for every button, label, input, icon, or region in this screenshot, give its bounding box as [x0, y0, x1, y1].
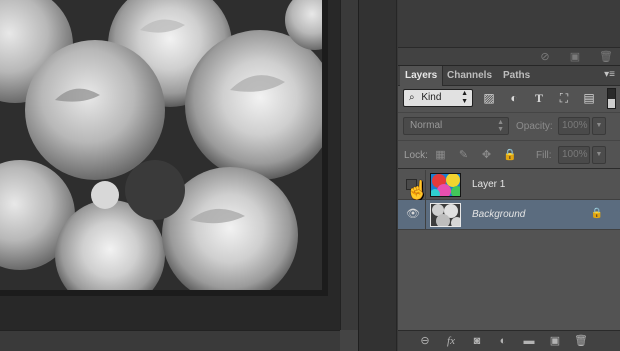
dock-icon-strip [359, 0, 397, 351]
lock-transparency-icon[interactable]: ▦ [434, 149, 447, 162]
canvas-area[interactable] [0, 0, 358, 351]
kind-filter-label: Kind [421, 92, 442, 103]
lock-icon: 🔒 [590, 208, 603, 219]
fill-field[interactable]: 100% [558, 146, 590, 164]
filter-row: ⌕ Kind ▲ ▼ ▨ ◐ T ⛶ ▤ [398, 86, 620, 113]
delete-icon[interactable]: 🗑 [574, 335, 588, 348]
vertical-scrollbar[interactable] [340, 0, 358, 351]
roses-image [0, 0, 322, 290]
lock-all-icon[interactable]: 🔒 [503, 149, 517, 162]
tab-channels[interactable]: Channels [442, 66, 497, 86]
lock-position-icon[interactable]: ✥ [480, 149, 493, 162]
adjustment-icon[interactable]: ◐ [496, 335, 510, 348]
canvas-shadow-bottom [0, 290, 328, 296]
horizontal-scrollbar[interactable] [0, 330, 340, 351]
scroll-corner [340, 330, 358, 351]
blend-mode-select[interactable]: Normal ▲ ▼ [403, 117, 509, 135]
stepper-arrows-icon: ▲ ▼ [497, 119, 504, 133]
panel-menu-icon[interactable]: ▾≡ [604, 69, 615, 81]
layers-panel: Layers Channels Paths ▾≡ ⌕ Kind ▲ ▼ ▨ ◐ T… [398, 66, 620, 351]
canvas-image[interactable] [0, 0, 322, 290]
folder-icon[interactable]: ▬ [522, 335, 536, 348]
upper-panel [398, 0, 620, 47]
new-icon[interactable]: ▣ [569, 51, 581, 63]
tab-layers[interactable]: Layers [400, 66, 444, 86]
kind-filter-select[interactable]: ⌕ Kind ▲ ▼ [403, 89, 473, 107]
opacity-dropdown-button[interactable]: ▼ [592, 117, 606, 135]
canvas-shadow-right [322, 0, 328, 296]
link-icon[interactable]: ⊖ [418, 335, 432, 348]
visibility-toggle[interactable]: 👁 [398, 200, 426, 230]
mask-icon[interactable]: ◙ [470, 335, 484, 348]
type-filter-icon[interactable]: T [532, 91, 546, 105]
blend-mode-value: Normal [410, 120, 443, 131]
trash-icon[interactable]: 🗑 [599, 51, 613, 63]
layer-name[interactable]: Layer 1 [472, 179, 505, 191]
layer-name[interactable]: Background [472, 209, 525, 221]
fill-label: Fill: [536, 150, 552, 161]
blend-row: Normal ▲ ▼ Opacity: 100% ▼ [398, 114, 620, 141]
filter-toggle-switch[interactable] [607, 88, 616, 109]
image-filter-icon[interactable]: ▨ [482, 91, 496, 105]
search-icon: ⌕ [409, 92, 415, 103]
upper-panel-footer: ⊘ ▣ 🗑 [398, 47, 620, 66]
lock-image-icon[interactable]: ✎ [457, 149, 470, 162]
layer-thumbnail [430, 173, 461, 197]
tab-paths[interactable]: Paths [498, 66, 535, 86]
layer-row-layer-1[interactable]: ☝ Layer 1 [398, 170, 620, 200]
opacity-label: Opacity: [516, 121, 553, 132]
fill-dropdown-button[interactable]: ▼ [592, 146, 606, 164]
panel-tabs: Layers Channels Paths ▾≡ [398, 66, 620, 86]
eye-icon[interactable]: 👁 [406, 208, 420, 221]
stepper-arrows-icon: ▲ ▼ [461, 90, 468, 105]
lock-row: Lock: ▦ ✎ ✥ 🔒 Fill: 100% ▼ [398, 142, 620, 169]
panel-dock: ⊘ ▣ 🗑 Layers Channels Paths ▾≡ ⌕ Kind ▲ ▼… [358, 0, 620, 351]
lock-label: Lock: [404, 150, 428, 161]
hand-cursor-icon: ☝ [406, 180, 429, 200]
smart-object-filter-icon[interactable]: ▤ [582, 91, 596, 105]
visibility-toggle[interactable]: ☝ [398, 170, 429, 200]
layer-row-background[interactable]: 👁 Background 🔒 [398, 200, 620, 230]
layer-thumbnail [430, 203, 461, 227]
no-icon[interactable]: ⊘ [539, 51, 551, 63]
adjustment-filter-icon[interactable]: ◐ [507, 91, 521, 105]
photoshop-window: ⊘ ▣ 🗑 Layers Channels Paths ▾≡ ⌕ Kind ▲ ▼… [0, 0, 620, 351]
layer-list: ☝ Layer 1 👁 Background 🔒 [398, 170, 620, 330]
layers-panel-footer: ⊖ fx ◙ ◐ ▬ ▣ 🗑 [398, 330, 620, 351]
opacity-field[interactable]: 100% [558, 117, 590, 135]
fx-icon[interactable]: fx [444, 335, 458, 348]
shape-filter-icon[interactable]: ⛶ [557, 91, 571, 105]
new-layer-icon[interactable]: ▣ [548, 335, 562, 348]
